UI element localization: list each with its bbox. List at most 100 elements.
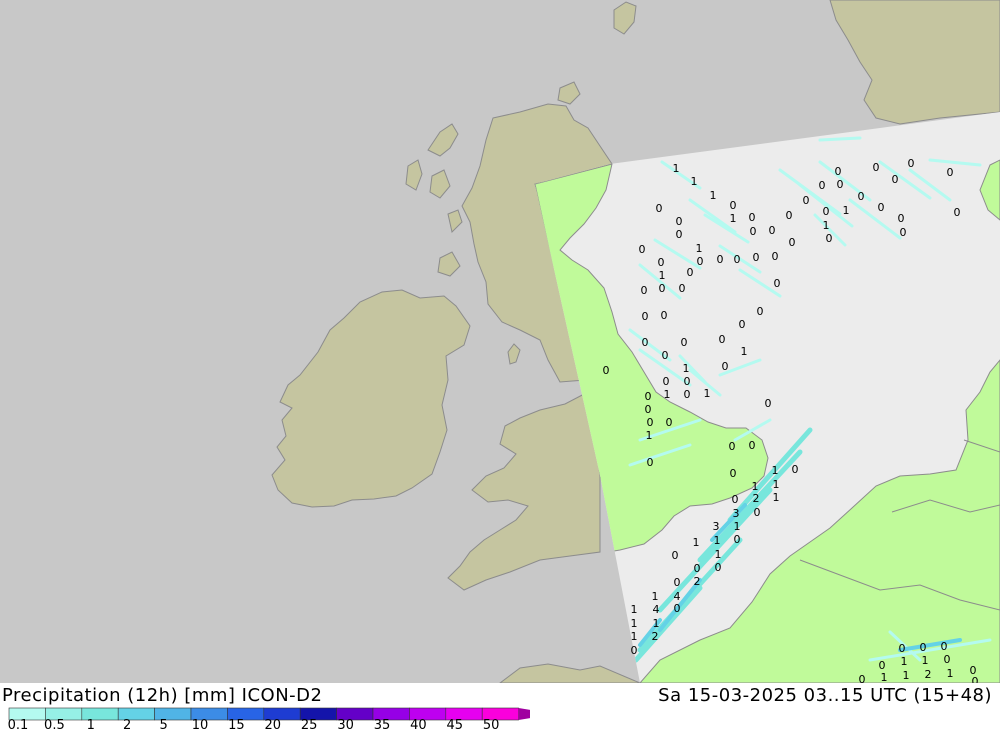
legend-label: 2 (123, 718, 132, 733)
precip-value: 0 (715, 561, 722, 574)
precip-value: 0 (684, 375, 691, 388)
precip-value: 1 (683, 362, 690, 375)
precip-value: 0 (749, 211, 756, 224)
precip-value: 0 (859, 673, 866, 683)
precip-value: 2 (652, 630, 659, 643)
precip-value: 0 (645, 403, 652, 416)
precip-value: 0 (658, 256, 665, 269)
precip-value: 0 (666, 416, 673, 429)
legend-arrow (518, 708, 530, 720)
precip-value: 0 (684, 388, 691, 401)
precip-value: 0 (789, 236, 796, 249)
precip-value: 0 (676, 215, 683, 228)
precip-value: 0 (972, 675, 979, 683)
precip-value: 0 (663, 375, 670, 388)
precip-value: 1 (691, 175, 698, 188)
precip-value: 1 (673, 162, 680, 175)
legend-label: 40 (410, 718, 427, 733)
precip-value: 0 (898, 212, 905, 225)
precip-value: 1 (903, 669, 910, 682)
precip-value: 0 (754, 506, 761, 519)
precip-value: 0 (674, 602, 681, 615)
precip-value: 0 (656, 202, 663, 215)
legend-label: 10 (191, 718, 209, 733)
precip-value: 2 (925, 668, 932, 681)
precip-value: 0 (672, 549, 679, 562)
precip-value: 0 (645, 390, 652, 403)
map-title: Precipitation (12h) [mm] ICON-D2 (2, 685, 323, 706)
precip-value: 0 (642, 310, 649, 323)
precip-value: 0 (730, 199, 737, 212)
precip-value: 1 (652, 590, 659, 603)
precip-value: 0 (719, 333, 726, 346)
precip-value: 1 (693, 536, 700, 549)
precip-value: 1 (631, 617, 638, 630)
precip-value: 0 (920, 641, 927, 654)
precip-value: 1 (696, 242, 703, 255)
precip-value: 0 (774, 277, 781, 290)
precip-value: 0 (734, 253, 741, 266)
precip-value: 1 (659, 269, 666, 282)
precip-value: 0 (786, 209, 793, 222)
precip-value: 0 (732, 493, 739, 506)
precip-value: 0 (769, 224, 776, 237)
precip-value: 1 (715, 548, 722, 561)
precip-value: 0 (757, 305, 764, 318)
precip-value: 1 (922, 654, 929, 667)
precip-value: 3 (713, 520, 720, 533)
legend-label: 1 (86, 718, 95, 733)
precip-value: 0 (674, 576, 681, 589)
precip-value: 0 (647, 416, 654, 429)
precip-value: 1 (714, 534, 721, 547)
legend-label: 0.5 (44, 718, 65, 733)
precip-value: 0 (697, 255, 704, 268)
precip-value: 2 (753, 492, 760, 505)
precip-value: 1 (631, 630, 638, 643)
precip-value: 0 (900, 226, 907, 239)
legend-label: 35 (373, 718, 391, 733)
legend-label: 5 (159, 718, 168, 733)
precip-value: 0 (908, 157, 915, 170)
legend-label: 25 (300, 718, 318, 733)
precip-value: 1 (843, 204, 850, 217)
precip-value: 0 (837, 178, 844, 191)
precip-value: 0 (826, 232, 833, 245)
precip-value: 0 (729, 440, 736, 453)
precip-value: 1 (773, 491, 780, 504)
precip-value: 1 (664, 388, 671, 401)
precip-value: 1 (773, 478, 780, 491)
legend-label: 50 (482, 718, 500, 733)
precip-value: 0 (676, 228, 683, 241)
precip-value: 0 (819, 179, 826, 192)
precip-value: 0 (659, 282, 666, 295)
precip-value: 0 (642, 336, 649, 349)
precip-value: 1 (646, 429, 653, 442)
legend-label: 20 (264, 718, 282, 733)
precip-value: 0 (681, 336, 688, 349)
precip-value: 0 (717, 253, 724, 266)
precip-value: 0 (730, 467, 737, 480)
precip-value: 2 (694, 575, 701, 588)
valid-time: Sa 15-03-2025 03..15 UTC (15+48) (658, 685, 992, 706)
precip-value: 0 (694, 562, 701, 575)
precip-value: 0 (753, 251, 760, 264)
precip-value: 0 (941, 640, 948, 653)
precip-value: 0 (631, 644, 638, 657)
precip-value: 4 (653, 603, 660, 616)
legend-label: 0.1 (7, 718, 29, 733)
legend-label: 30 (337, 718, 354, 733)
precip-value: 1 (631, 603, 638, 616)
precip-value: 0 (639, 243, 646, 256)
precip-value: 0 (661, 309, 668, 322)
precip-value: 1 (772, 464, 779, 477)
precip-value: 0 (749, 439, 756, 452)
precip-value: 1 (734, 520, 741, 533)
precip-value: 0 (750, 225, 757, 238)
precip-value: 0 (947, 166, 954, 179)
precip-value: 1 (881, 671, 888, 683)
precip-value: 0 (662, 349, 669, 362)
precip-value: 1 (730, 212, 737, 225)
precip-value: 0 (772, 250, 779, 263)
precip-value: 3 (733, 507, 740, 520)
precip-value: 0 (944, 653, 951, 666)
